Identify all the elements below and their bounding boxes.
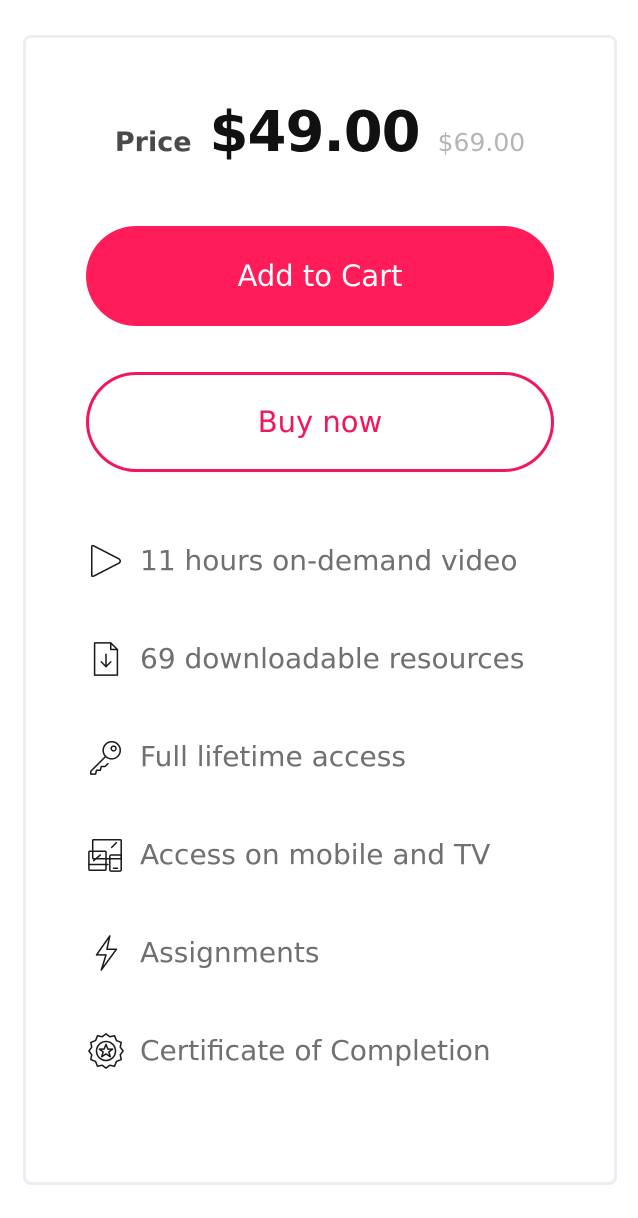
course-purchase-card: Price $49.00 $69.00 Add to Cart Buy now … bbox=[23, 35, 617, 1185]
buy-now-button[interactable]: Buy now bbox=[86, 372, 554, 472]
feature-text: Assignments bbox=[140, 936, 320, 969]
feature-item-video: 11 hours on-demand video bbox=[86, 541, 586, 639]
play-icon bbox=[86, 541, 126, 581]
feature-text: 69 downloadable resources bbox=[140, 642, 525, 675]
feature-item-certificate: Certificate of Completion bbox=[86, 1031, 586, 1129]
price-label: Price bbox=[114, 127, 192, 158]
feature-item-resources: 69 downloadable resources bbox=[86, 639, 586, 737]
feature-text: Certificate of Completion bbox=[140, 1034, 491, 1067]
key-icon bbox=[86, 737, 126, 777]
current-price: $49.00 bbox=[209, 100, 421, 165]
feature-item-lifetime: Full lifetime access bbox=[86, 737, 586, 835]
add-to-cart-button[interactable]: Add to Cart bbox=[86, 226, 554, 326]
certificate-icon bbox=[86, 1031, 126, 1071]
download-file-icon bbox=[86, 639, 126, 679]
price-row: Price $49.00 $69.00 bbox=[26, 100, 614, 165]
feature-text: 11 hours on-demand video bbox=[140, 544, 518, 577]
devices-icon bbox=[86, 835, 126, 875]
lightning-icon bbox=[86, 933, 126, 973]
feature-item-devices: Access on mobile and TV bbox=[86, 835, 586, 933]
feature-item-assignments: Assignments bbox=[86, 933, 586, 1031]
feature-list: 11 hours on-demand video 69 downloadable… bbox=[86, 541, 586, 1129]
feature-text: Full lifetime access bbox=[140, 740, 406, 773]
feature-text: Access on mobile and TV bbox=[140, 838, 491, 871]
original-price: $69.00 bbox=[437, 128, 526, 157]
